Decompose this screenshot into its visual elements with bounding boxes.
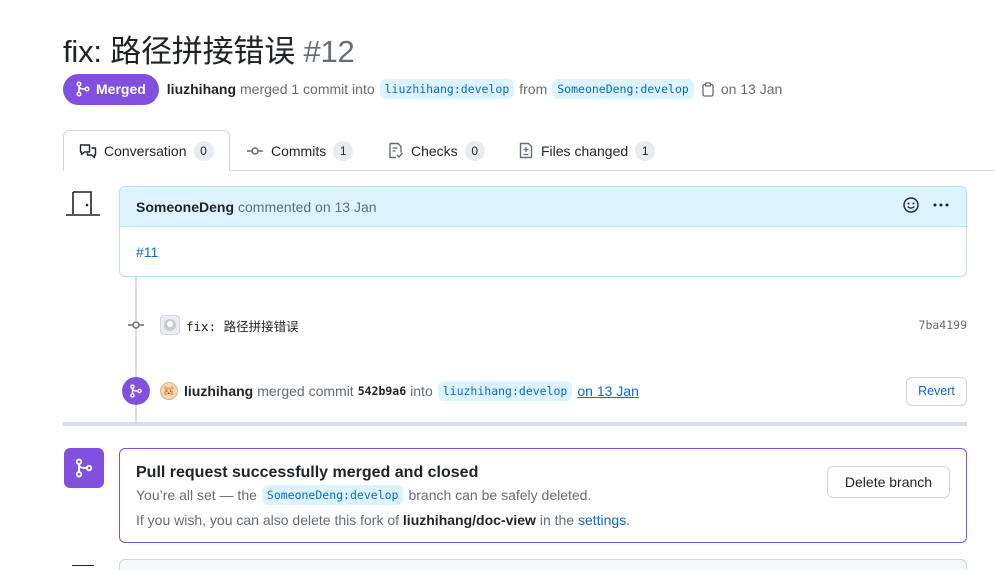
merge-status-heading: Pull request successfully merged and clo…	[136, 464, 479, 481]
merge-status-line1: You’re all set — the SomeoneDeng:develop…	[136, 485, 591, 505]
tab-conversation-count: 0	[193, 140, 214, 161]
comment-author-link[interactable]: SomeoneDeng	[136, 199, 234, 215]
revert-button[interactable]: Revert	[906, 376, 967, 406]
comment-discussion-icon	[79, 143, 97, 158]
checklist-icon	[389, 142, 404, 159]
git-commit-icon	[125, 319, 147, 331]
tab-checks[interactable]: Checks 0	[387, 130, 485, 171]
line2-prefix: If you wish, you can also delete this fo…	[136, 512, 400, 528]
file-diff-icon	[519, 142, 533, 159]
pr-author-link[interactable]: liuzhihang	[167, 81, 236, 97]
comment-action-text: commented on 13 Jan	[238, 198, 377, 215]
issue-link[interactable]: #11	[136, 244, 158, 260]
deletable-branch[interactable]: SomeoneDeng:develop	[261, 485, 404, 505]
tab-commits-count: 1	[333, 140, 354, 161]
base-branch[interactable]: liuzhihang:develop	[379, 79, 515, 99]
git-merge-icon	[76, 81, 90, 97]
commit-row: fix: 路径拼接错误 7ba4199	[125, 313, 967, 337]
tab-checks-count: 0	[464, 140, 485, 161]
tab-files-changed-label: Files changed	[541, 142, 629, 159]
pr-tabs: Conversation 0 Commits 1 Checks 0 Files …	[63, 130, 995, 171]
merged-text: merged 1 commit into	[240, 81, 375, 97]
avatar-someonedeng[interactable]	[65, 189, 101, 219]
git-merge-icon	[64, 448, 104, 488]
merge-into-text: into	[410, 383, 433, 399]
next-comment-box	[119, 559, 967, 570]
merge-status-box: Pull request successfully merged and clo…	[119, 448, 967, 543]
kebab-menu-icon[interactable]	[932, 196, 950, 217]
git-merge-icon	[122, 377, 150, 405]
copy-icon[interactable]	[701, 81, 715, 97]
from-text: from	[519, 81, 548, 97]
merged-state-label: Merged	[96, 81, 146, 97]
pr-title-text: fix: 路径拼接错误	[63, 34, 296, 69]
pr-title: fix: 路径拼接错误 #12	[63, 26, 355, 71]
line2-end: .	[626, 512, 631, 528]
comment-body: #11	[120, 227, 966, 277]
line1-suffix: branch can be safely deleted.	[408, 487, 592, 503]
settings-link[interactable]: settings	[578, 512, 626, 528]
commit-message[interactable]: fix: 路径拼接错误	[186, 316, 299, 335]
delete-branch-button[interactable]: Delete branch	[827, 466, 950, 498]
tab-conversation-label: Conversation	[104, 142, 187, 159]
tab-conversation[interactable]: Conversation 0	[63, 130, 230, 171]
tab-files-changed-count: 1	[635, 140, 656, 161]
pr-number: #12	[303, 34, 355, 69]
timeline-divider	[63, 422, 967, 426]
merge-event-text: merged commit	[257, 383, 354, 399]
pr-meta: Merged liuzhihang merged 1 commit into l…	[63, 73, 782, 105]
git-commit-icon	[247, 146, 263, 155]
commit-sha[interactable]: 7ba4199	[919, 318, 967, 332]
merge-event: 🐹 liuzhihang merged commit 542b9a6 into …	[122, 375, 967, 407]
merge-author-link[interactable]: liuzhihang	[184, 383, 253, 399]
pr-date: on 13 Jan	[720, 81, 783, 97]
merged-state-badge: Merged	[63, 73, 159, 105]
avatar-liuzhihang[interactable]: 🐹	[160, 382, 178, 400]
merge-commit-sha[interactable]: 542b9a6	[358, 384, 406, 398]
line2-mid: in the	[539, 512, 575, 528]
head-branch[interactable]: SomeoneDeng:develop	[552, 79, 694, 99]
next-avatar	[72, 565, 94, 570]
comment-card: SomeoneDeng commented on 13 Jan #11	[119, 186, 967, 277]
fork-repo-name: liuzhihang/doc-view	[402, 512, 536, 528]
merge-status-line2: If you wish, you can also delete this fo…	[136, 512, 630, 528]
tab-files-changed[interactable]: Files changed 1	[518, 130, 656, 171]
smiley-icon[interactable]	[902, 196, 920, 217]
github-avatar[interactable]	[160, 315, 180, 335]
tab-commits-label: Commits	[271, 142, 327, 159]
comment-header: SomeoneDeng commented on 13 Jan	[120, 187, 966, 227]
merge-date-link[interactable]: on 13 Jan	[577, 383, 639, 399]
line1-prefix: You’re all set — the	[136, 487, 257, 503]
tab-checks-label: Checks	[411, 142, 458, 159]
merge-target-branch[interactable]: liuzhihang:develop	[437, 381, 573, 401]
tab-commits[interactable]: Commits 1	[246, 130, 354, 171]
